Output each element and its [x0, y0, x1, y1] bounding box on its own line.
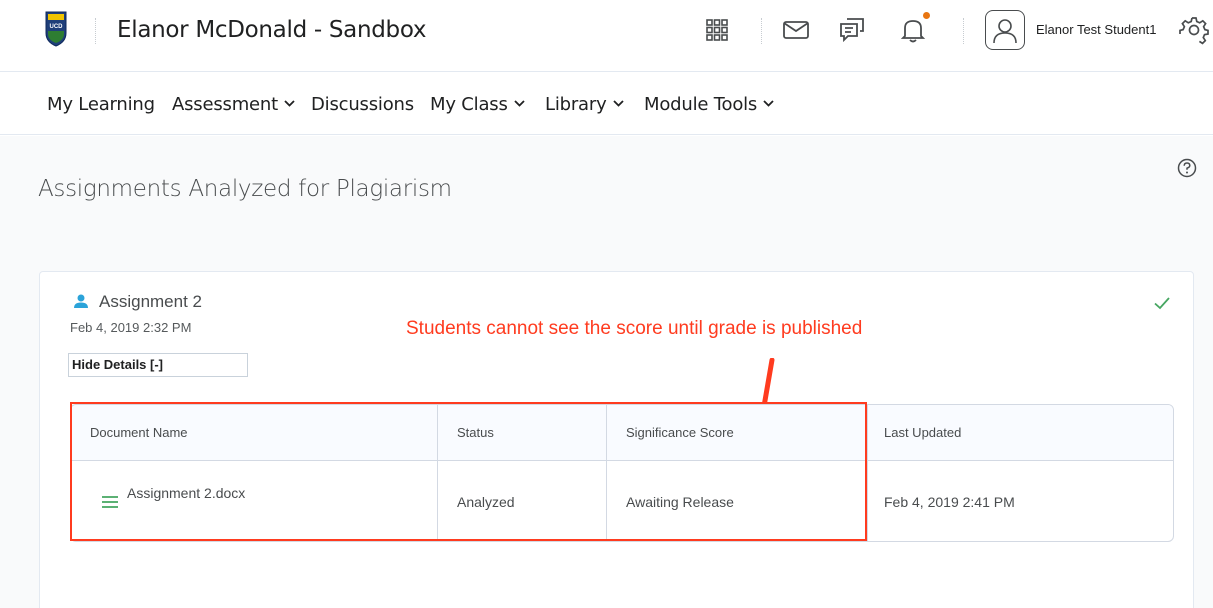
table-row: Assignment 2.docx Analyzed Awaiting Rele… [71, 461, 1173, 541]
document-link[interactable]: Assignment 2.docx [101, 485, 245, 509]
mail-icon[interactable] [780, 14, 812, 46]
updated-cell: Feb 4, 2019 2:41 PM [884, 494, 1015, 510]
column-divider [606, 405, 607, 541]
assignment-title: Assignment 2 [99, 292, 202, 311]
nav-label: Library [545, 94, 607, 115]
nav-item-my-class[interactable]: My Class [430, 94, 525, 115]
menu-lines-icon [102, 496, 118, 508]
column-divider [437, 405, 438, 541]
column-header-score[interactable]: Significance Score [626, 405, 734, 460]
nav-label: Assessment [172, 94, 278, 115]
page-title: Assignments Analyzed for Plagiarism [38, 176, 452, 202]
nav-label: My Learning [47, 94, 155, 115]
column-header-document[interactable]: Document Name [90, 405, 188, 460]
document-name: Assignment 2.docx [127, 485, 246, 501]
ucd-logo-icon[interactable]: UCD [45, 11, 67, 47]
user-icon [74, 294, 88, 308]
assignment-date: Feb 4, 2019 2:32 PM [70, 320, 192, 335]
column-header-status[interactable]: Status [457, 405, 494, 460]
main-nav: My Learning Assessment Discussions My Cl… [0, 73, 1213, 135]
apps-grid-icon[interactable] [701, 14, 733, 46]
document-cell: Assignment 2.docx [101, 461, 245, 541]
header-divider [761, 18, 762, 44]
column-divider [867, 405, 868, 541]
avatar-icon[interactable] [985, 10, 1025, 50]
chat-icon[interactable] [836, 14, 868, 46]
chevron-down-icon [514, 100, 525, 107]
user-name[interactable]: Elanor Test Student1 [1036, 22, 1156, 37]
notification-dot [922, 11, 931, 20]
nav-item-library[interactable]: Library [545, 94, 624, 115]
gear-icon[interactable] [1178, 14, 1210, 46]
svg-text:UCD: UCD [50, 24, 64, 30]
nav-item-module-tools[interactable]: Module Tools [644, 94, 774, 115]
chevron-down-icon [763, 100, 774, 107]
nav-item-my-learning[interactable]: My Learning [47, 94, 155, 115]
nav-label: Discussions [311, 94, 414, 115]
status-cell: Analyzed [457, 494, 515, 510]
documents-table: Document Name Status Significance Score … [70, 404, 1174, 542]
hide-details-button[interactable]: Hide Details [-] [68, 353, 248, 377]
nav-label: My Class [430, 94, 508, 115]
top-bar: UCD Elanor McDonald - Sandbox Elanor Tes… [0, 0, 1213, 72]
checkmark-icon [1154, 297, 1170, 310]
header-divider [963, 18, 964, 44]
nav-item-discussions[interactable]: Discussions [311, 94, 414, 115]
table-header-row: Document Name Status Significance Score … [71, 405, 1173, 461]
nav-item-assessment[interactable]: Assessment [172, 94, 295, 115]
score-cell: Awaiting Release [626, 494, 734, 510]
help-icon[interactable] [1177, 158, 1197, 178]
header-divider [95, 18, 96, 44]
column-header-updated[interactable]: Last Updated [884, 405, 961, 460]
chevron-down-icon [284, 100, 295, 107]
chevron-down-icon [612, 100, 624, 107]
nav-label: Module Tools [644, 94, 758, 115]
site-title[interactable]: Elanor McDonald - Sandbox [117, 17, 427, 43]
annotation-text: Students cannot see the score until grad… [406, 318, 863, 339]
